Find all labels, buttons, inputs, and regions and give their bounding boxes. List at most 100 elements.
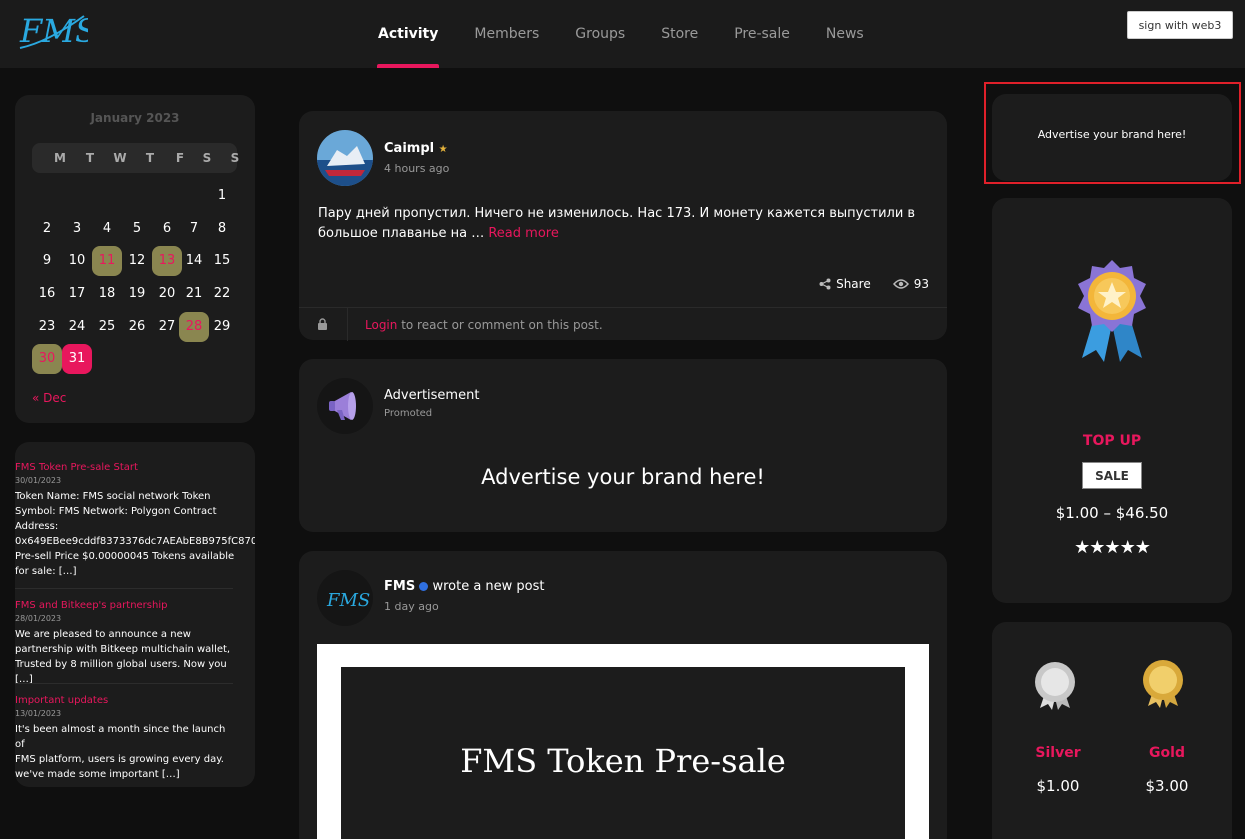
calendar-day: 16	[38, 286, 56, 301]
post-footer: Login to react or comment on this post.	[299, 307, 947, 341]
calendar-day: 19	[128, 286, 146, 301]
calendar-day: 5	[132, 221, 142, 236]
fms-logo-icon: FMS	[326, 590, 370, 611]
nav-item-pre-sale[interactable]: Pre-sale	[716, 0, 808, 68]
sale-badge: SALE	[1082, 462, 1142, 489]
avatar[interactable]	[317, 130, 373, 186]
weekday-label: W	[113, 151, 127, 165]
silver-medal-icon	[1035, 662, 1075, 710]
calendar-day: 3	[72, 221, 82, 236]
calendar-day[interactable]: 13	[152, 246, 182, 276]
calendar-day: 23	[38, 319, 56, 334]
logo-text: FMS	[19, 12, 88, 50]
svg-text:FMS: FMS	[326, 590, 370, 611]
news-excerpt: We are pleased to announce a new partner…	[15, 629, 231, 685]
calendar-day: 29	[213, 319, 231, 334]
news-excerpt: It's been almost a month since the launc…	[15, 724, 226, 780]
news-widget: FMS Token Pre-sale Start 30/01/2023 Token …	[15, 442, 255, 787]
fms-post-header: FMS wrote a new post	[384, 579, 545, 594]
nav-item-activity[interactable]: Activity	[360, 0, 456, 68]
calendar-day: 27	[158, 319, 176, 334]
level-silver-name[interactable]: Silver	[1008, 745, 1108, 761]
news-date: 30/01/2023	[15, 476, 62, 485]
calendar-day: 21	[185, 286, 203, 301]
nav-item-news[interactable]: News	[808, 0, 882, 68]
share-icon	[819, 278, 831, 290]
login-link[interactable]: Login	[365, 318, 397, 332]
fms-logo[interactable]: FMS	[18, 8, 88, 52]
membership-levels: Silver $1.00 Gold $3.00	[992, 622, 1232, 839]
news-title[interactable]: Important updates	[15, 695, 235, 706]
login-prompt: Login to react or comment on this post.	[365, 318, 603, 332]
weekday-label: T	[145, 151, 155, 165]
ad-title: Advertisement	[384, 388, 480, 403]
highlight-outline	[984, 82, 1241, 184]
calendar-day: 24	[68, 319, 86, 334]
calendar-day: 10	[68, 253, 86, 268]
nav-item-members[interactable]: Members	[456, 0, 557, 68]
post-image-title: FMS Token Pre-sale	[460, 742, 786, 780]
post-image[interactable]: FMS Token Pre-sale	[317, 644, 929, 839]
top-header: FMS ActivityMembersGroupsStorePre-saleNe…	[0, 0, 1245, 68]
calendar-day: 4	[102, 221, 112, 236]
medal-icon	[1078, 260, 1146, 362]
fms-post: FMS FMS wrote a new post 1 day ago FMS T…	[299, 551, 947, 839]
fms-post-time: 1 day ago	[384, 600, 439, 613]
level-silver-price: $1.00	[1036, 777, 1080, 795]
activity-post: Caimpl ★ 4 hours ago Пару дней пропустил…	[299, 111, 947, 341]
calendar-day: 2	[42, 221, 52, 236]
calendar-day[interactable]: 30	[32, 344, 62, 374]
weekday-label: S	[202, 151, 212, 165]
news-date: 13/01/2023	[15, 709, 62, 718]
calendar-day: 6	[162, 221, 172, 236]
calendar-prev-link[interactable]: « Dec	[32, 391, 66, 405]
lock-icon	[318, 318, 327, 330]
news-item: FMS and Bitkeep's partnership 28/01/2023 W…	[15, 600, 255, 687]
post-author[interactable]: Caimpl ★	[384, 141, 448, 156]
fms-author[interactable]: FMS	[384, 579, 415, 594]
calendar-day: 18	[98, 286, 116, 301]
read-more-link[interactable]: Read more	[488, 226, 558, 241]
news-item: FMS Token Pre-sale Start 30/01/2023 Token …	[15, 462, 255, 579]
calendar-day: 17	[68, 286, 86, 301]
nav-item-store[interactable]: Store	[643, 0, 716, 68]
megaphone-icon	[317, 378, 373, 434]
calendar-day: 7	[189, 221, 199, 236]
main-nav: Activity Members Groups Store Pre-sale News	[360, 0, 882, 68]
news-excerpt: Token Name: FMS social network Token Sym…	[15, 491, 255, 577]
share-button[interactable]: Share	[819, 277, 871, 291]
nav-item-groups[interactable]: Groups	[557, 0, 643, 68]
gold-medal-icon	[1143, 660, 1183, 708]
calendar-month-title: January 2023	[90, 111, 180, 125]
avatar-image-icon	[317, 130, 373, 186]
topup-price: $1.00 – $46.50	[1055, 504, 1169, 522]
calendar-day: 9	[42, 253, 52, 268]
weekday-label: F	[175, 151, 185, 165]
news-title[interactable]: FMS Token Pre-sale Start	[15, 462, 235, 473]
news-item: Important updates 13/01/2023 It's been alm…	[15, 695, 255, 782]
news-date: 28/01/2023	[15, 614, 62, 623]
calendar-day: 31	[62, 344, 92, 374]
calendar-day: 20	[158, 286, 176, 301]
advertisement-post: Advertisement Promoted Advertise your br…	[299, 359, 947, 532]
news-title[interactable]: FMS and Bitkeep's partnership	[15, 600, 235, 611]
ad-text[interactable]: Advertise your brand here!	[299, 465, 947, 489]
sign-with-web3-button[interactable]: sign with web3	[1127, 11, 1233, 39]
views-count: 93	[892, 277, 929, 291]
weekday-label: M	[54, 151, 66, 165]
topup-product[interactable]: TOP UP SALE $1.00 – $46.50 ★★★★★	[992, 198, 1232, 603]
calendar-widget: January 2023 MTWTFSS « Dec 1 2 3 4 5 6 7 8 9 10 11…	[15, 95, 255, 423]
post-time: 4 hours ago	[384, 162, 450, 175]
calendar-day: 8	[217, 221, 227, 236]
level-gold-name[interactable]: Gold	[1117, 745, 1217, 761]
fms-avatar[interactable]: FMS	[317, 570, 373, 626]
calendar-day[interactable]: 28	[179, 312, 209, 342]
calendar-day: 22	[213, 286, 231, 301]
calendar-day[interactable]: 11	[92, 246, 122, 276]
level-gold-price: $3.00	[1145, 777, 1189, 795]
eye-icon	[892, 279, 909, 289]
calendar-day: 26	[128, 319, 146, 334]
calendar-day: 25	[98, 319, 116, 334]
rating-stars: ★★★★★	[1074, 537, 1151, 558]
badge-icon: ★	[438, 144, 448, 155]
